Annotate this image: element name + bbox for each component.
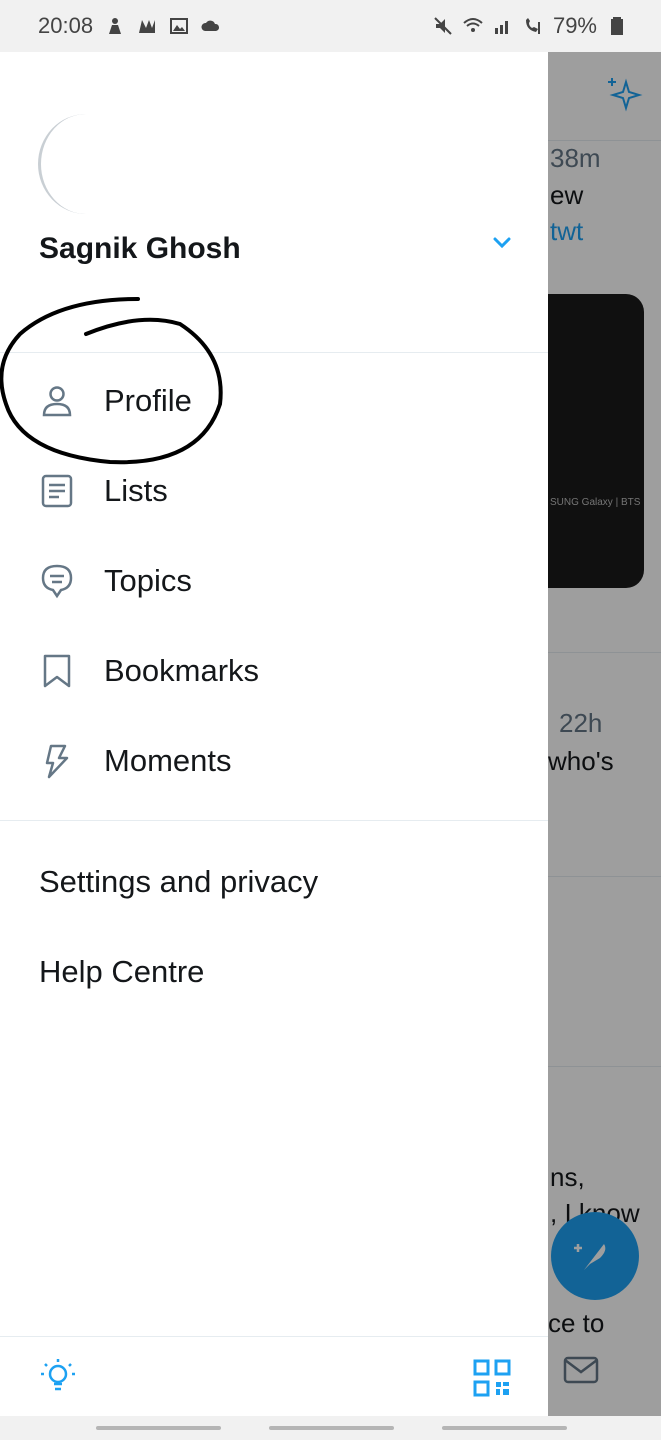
nav-back-button[interactable] [442,1426,567,1430]
battery-icon [611,17,623,35]
status-right: 79% [433,13,627,39]
menu-item-moments[interactable]: Moments [0,721,548,801]
cloud-icon [201,20,220,31]
list-icon [41,474,73,508]
drawer-divider [0,352,548,353]
user-name[interactable]: Sagnik Ghosh [39,232,241,266]
settings-and-privacy-link[interactable]: Settings and privacy [39,864,318,900]
menu-label: Profile [104,383,192,418]
drawer-divider [0,820,548,821]
lightbulb-icon[interactable] [38,1356,78,1396]
chevron-down-icon[interactable] [492,236,512,250]
help-centre-link[interactable]: Help Centre [39,954,204,990]
status-bar: 20:08 79% [0,0,661,52]
qr-code-icon[interactable] [472,1358,512,1398]
call-signal-icon [525,18,540,34]
menu-label: Bookmarks [104,653,260,688]
navigation-drawer: Sagnik Ghosh Profile Lists Topics Bookma… [0,52,548,1416]
menu-item-lists[interactable]: Lists [0,451,548,531]
status-left: 20:08 [38,13,221,39]
nav-recents-button[interactable] [96,1426,221,1430]
volte-signal-icon [494,21,508,34]
person-icon [42,386,72,417]
mute-icon [434,17,452,35]
menu-label: Lists [104,473,168,508]
topic-bubble-icon [41,564,73,599]
menu-item-profile[interactable]: Profile [0,361,548,441]
menu-item-topics[interactable]: Topics [0,541,548,621]
wifi-icon [463,18,483,32]
menu-item-bookmarks[interactable]: Bookmarks [0,631,548,711]
avatar[interactable] [38,114,134,214]
gallery-icon [170,18,189,34]
menu-label: Moments [104,743,232,778]
person-icon [109,18,122,34]
system-navigation-bar [0,1416,661,1440]
game-icon [139,20,156,33]
lightning-icon [45,744,69,779]
footer-divider [0,1336,548,1337]
drawer-scrim[interactable] [548,52,661,1416]
bookmark-icon [43,654,71,688]
menu-label: Topics [104,563,192,598]
status-time: 20:08 [38,13,94,38]
nav-home-button[interactable] [269,1426,394,1430]
battery-percent: 79% [552,13,597,38]
